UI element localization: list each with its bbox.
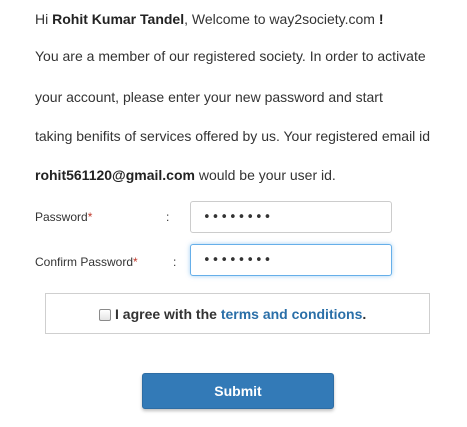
terms-agreement-box: I agree with the terms and conditions. <box>45 293 430 334</box>
message-line-2: your account, please enter your new pass… <box>35 89 383 105</box>
agree-text: I agree with the <box>115 306 221 322</box>
greeting-exclaim: ! <box>378 11 384 27</box>
confirm-password-label-text: Confirm Password <box>35 255 134 269</box>
message-line-4: rohit561120@gmail.com would be your user… <box>35 166 336 184</box>
required-marker: * <box>133 255 138 269</box>
greeting-prefix: Hi <box>35 11 53 27</box>
confirm-password-colon: : <box>173 255 177 269</box>
password-label: Password* <box>35 209 92 225</box>
message-line-3: taking benifits of services offered by u… <box>35 128 431 144</box>
user-name: Rohit Kumar Tandel <box>52 11 185 27</box>
registered-email: rohit561120@gmail.com <box>35 167 195 183</box>
message-line-1: You are a member of our registered socie… <box>35 48 426 64</box>
password-colon: : <box>166 210 170 224</box>
required-marker: * <box>87 210 93 224</box>
password-label-text: Password <box>35 210 88 224</box>
agree-period: . <box>362 306 367 322</box>
confirm-password-label: Confirm Password* <box>35 254 138 270</box>
message-line-4-rest: would be your user id. <box>194 167 336 183</box>
submit-button[interactable]: Submit <box>142 373 334 409</box>
greeting-middle: , Welcome to way2society.com <box>184 11 379 27</box>
confirm-password-input[interactable] <box>190 244 392 276</box>
password-input[interactable] <box>190 201 392 233</box>
terms-agreement: I agree with the terms and conditions. <box>99 306 366 322</box>
terms-link[interactable]: terms and conditions <box>221 306 363 322</box>
terms-checkbox[interactable] <box>99 309 111 321</box>
welcome-line: Hi Rohit Kumar Tandel, Welcome to way2so… <box>35 10 384 28</box>
